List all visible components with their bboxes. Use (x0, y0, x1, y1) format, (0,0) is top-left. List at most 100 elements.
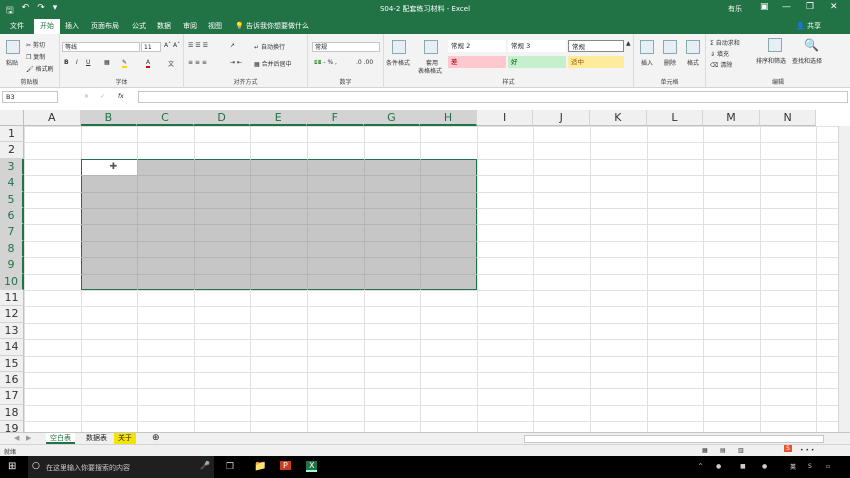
phonetic-icon[interactable]: 文 (168, 59, 174, 68)
font-size-combo[interactable]: 11 (141, 42, 161, 52)
align-left-icon[interactable]: ≡ ≡ ≡ (188, 59, 207, 66)
column-header-g[interactable]: G (363, 110, 421, 126)
tab-home[interactable]: 开始 (34, 19, 60, 34)
italic-icon[interactable]: I (76, 59, 78, 66)
horizontal-scrollbar[interactable] (524, 435, 824, 443)
task-view-icon[interactable]: ❐ (226, 462, 234, 472)
row-header-13[interactable]: 13 (0, 322, 24, 340)
merge-center-button[interactable]: ▦ 合并后居中 (254, 59, 292, 68)
spreadsheet-grid[interactable]: ✚ A B C D E F G H I J K L M N 1 2 3 4 5 6 7 8 9 10 11 12 13 14 15 16 17… (0, 110, 850, 432)
sheet-tab-blank[interactable]: 空白表 (46, 433, 75, 444)
row-header-3[interactable]: 3 (0, 158, 24, 176)
tab-formulas[interactable]: 公式 (132, 21, 146, 31)
format-painter-button[interactable]: 🖌 格式刷 (26, 64, 54, 73)
tray-people-icon[interactable]: ^ (698, 463, 703, 470)
underline-icon[interactable]: U (86, 59, 90, 66)
minimize-icon[interactable]: — (782, 2, 791, 12)
column-header-l[interactable]: L (646, 110, 704, 126)
taskbar-search[interactable]: ○ 在这里输入你要搜索的内容 🎤 (28, 456, 214, 478)
tab-review[interactable]: 审阅 (183, 21, 197, 31)
row-header-2[interactable]: 2 (0, 142, 24, 159)
row-header-1[interactable]: 1 (0, 126, 24, 143)
row-header-14[interactable]: 14 (0, 339, 24, 356)
select-all-corner[interactable] (0, 110, 24, 126)
tab-data[interactable]: 数据 (157, 21, 171, 31)
sort-filter-button[interactable]: 排序和筛选 (756, 56, 786, 65)
format-cells-icon[interactable] (686, 40, 700, 54)
ime-toolbar-icon[interactable]: • • • (800, 447, 814, 454)
fill-button[interactable]: ⇓ 填充 (710, 49, 729, 58)
sort-filter-icon[interactable] (768, 38, 782, 52)
column-header-j[interactable]: J (533, 110, 590, 126)
row-header-4[interactable]: 4 (0, 175, 24, 192)
add-sheet-icon[interactable]: ⊕ (148, 433, 164, 444)
borders-icon[interactable]: ▦ (104, 59, 110, 66)
column-header-b[interactable]: B (80, 110, 138, 126)
column-header-c[interactable]: C (137, 110, 194, 126)
delete-cells-button[interactable]: 删除 (664, 58, 676, 67)
microphone-icon[interactable]: 🎤 (200, 461, 210, 470)
delete-cells-icon[interactable] (663, 40, 677, 54)
column-header-n[interactable]: N (759, 110, 817, 126)
style-good[interactable]: 好 (508, 56, 566, 68)
style-bad[interactable]: 差 (448, 56, 506, 68)
row-header-19[interactable]: 19 (0, 421, 24, 432)
cancel-entry-icon[interactable]: ✕ (84, 93, 89, 100)
vertical-scrollbar[interactable] (838, 126, 850, 432)
grow-font-icon[interactable]: Aˆ Aˇ (164, 42, 180, 49)
indent-icon[interactable]: ⇥ ⇤ (230, 59, 242, 66)
table-format-icon[interactable] (424, 40, 438, 54)
bold-icon[interactable]: B (64, 59, 69, 66)
sheet-tab-data[interactable]: 数据表 (82, 433, 111, 444)
row-header-7[interactable]: 7 (0, 224, 24, 241)
tray-wifi-icon[interactable]: ● (762, 463, 767, 470)
row-header-9[interactable]: 9 (0, 257, 24, 274)
align-top-icon[interactable]: ☰ ☰ ☰ (188, 42, 208, 49)
close-icon[interactable]: ✕ (830, 2, 838, 12)
column-header-f[interactable]: F (307, 110, 364, 126)
notification-icon[interactable]: ▫ (826, 463, 830, 470)
page-break-view-icon[interactable]: ▥ (738, 447, 744, 454)
row-header-10[interactable]: 10 (0, 273, 24, 290)
column-header-m[interactable]: M (703, 110, 760, 126)
style-normal-2[interactable]: 常规 2 (448, 40, 506, 52)
wrap-text-button[interactable]: ↵ 自动换行 (254, 42, 285, 51)
find-select-icon[interactable]: 🔍 (804, 38, 819, 52)
row-header-15[interactable]: 15 (0, 355, 24, 372)
insert-function-icon[interactable]: fx (118, 93, 124, 100)
column-header-a[interactable]: A (24, 110, 81, 126)
share-button[interactable]: 👤 共享 (796, 21, 821, 31)
paste-icon[interactable] (6, 40, 20, 54)
styles-scroll-icon[interactable]: ▲ (626, 40, 631, 47)
row-header-6[interactable]: 6 (0, 208, 24, 225)
row-header-11[interactable]: 11 (0, 290, 24, 307)
tray-network-icon[interactable]: ● (716, 463, 721, 470)
excel-taskbar-icon[interactable]: X (306, 461, 318, 472)
normal-view-icon[interactable]: ▦ (702, 447, 708, 454)
row-header-16[interactable]: 16 (0, 372, 24, 389)
conditional-format-icon[interactable] (392, 40, 406, 54)
file-explorer-icon[interactable]: 📁 (254, 461, 266, 472)
formula-input[interactable] (138, 91, 848, 103)
column-header-d[interactable]: D (193, 110, 251, 126)
font-color-icon[interactable]: A (146, 59, 151, 68)
row-header-18[interactable]: 18 (0, 404, 24, 422)
insert-cells-icon[interactable] (640, 40, 654, 54)
restore-icon[interactable]: ❐ (806, 2, 814, 12)
name-box[interactable]: B3 (2, 91, 58, 103)
column-header-k[interactable]: K (590, 110, 647, 126)
format-cells-button[interactable]: 格式 (687, 58, 699, 67)
clear-button[interactable]: ⌫ 清除 (710, 60, 732, 69)
powerpoint-icon[interactable]: P (280, 461, 291, 470)
ribbon-display-options-icon[interactable]: ▣ (760, 2, 769, 12)
row-header-5[interactable]: 5 (0, 191, 24, 208)
row-header-12[interactable]: 12 (0, 306, 24, 323)
number-format-combo[interactable]: 常规 (312, 42, 380, 52)
tab-insert[interactable]: 插入 (65, 21, 79, 31)
fill-color-icon[interactable]: ✎ (122, 59, 128, 68)
style-normal[interactable]: 常规 (568, 40, 624, 52)
tab-page-layout[interactable]: 页面布局 (91, 21, 119, 31)
style-normal-3[interactable]: 常规 3 (508, 40, 566, 52)
style-neutral[interactable]: 适中 (568, 56, 624, 68)
conditional-format-button[interactable]: 条件格式 (386, 58, 410, 67)
